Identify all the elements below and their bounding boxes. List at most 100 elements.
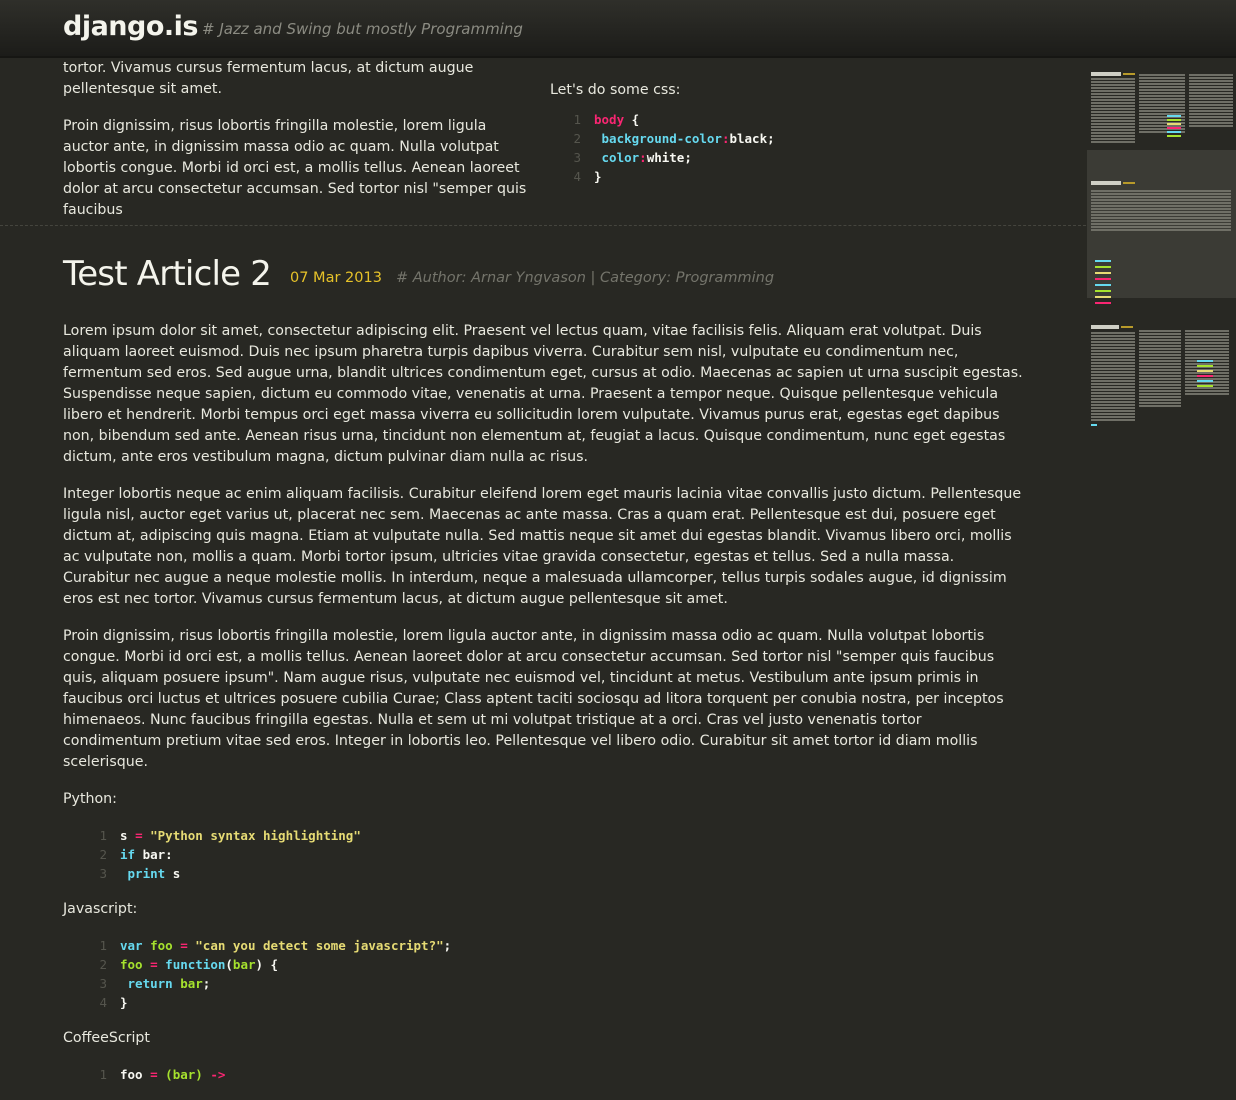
minimap-mark	[1197, 385, 1213, 387]
minimap-mark	[1167, 119, 1181, 121]
line-number: 3	[99, 866, 107, 881]
minimap-mark	[1185, 387, 1229, 389]
minimap-mark	[1139, 354, 1181, 356]
minimap-mark	[1139, 101, 1185, 103]
minimap-mark	[1095, 260, 1111, 262]
minimap-mark	[1091, 141, 1135, 143]
paragraph: Integer lobortis neque ac enim aliquam f…	[63, 486, 1022, 607]
minimap-mark	[1091, 72, 1121, 76]
minimap-mark	[1189, 80, 1233, 82]
minimap-mark	[1139, 89, 1185, 91]
minimap-mark	[1167, 115, 1181, 117]
minimap-mark	[1091, 111, 1135, 113]
minimap-mark	[1091, 135, 1135, 137]
minimap-mark	[1189, 119, 1233, 121]
minimap-mark	[1091, 87, 1135, 89]
minimap-mark	[1091, 350, 1135, 352]
minimap-mark	[1095, 272, 1111, 274]
minimap-mark	[1167, 127, 1181, 129]
minimap-mark	[1091, 325, 1119, 329]
article-header: Test Article 2 07 Mar 2013 # Author: Arn…	[63, 254, 1023, 300]
minimap-mark	[1091, 344, 1135, 346]
line-number: 2	[573, 131, 581, 146]
minimap-mark	[1139, 110, 1185, 112]
minimap-mark	[1121, 326, 1133, 328]
minimap-mark	[1091, 102, 1135, 104]
minimap-mark	[1091, 395, 1135, 397]
minimap-mark	[1139, 330, 1181, 332]
minimap-mark	[1185, 333, 1229, 335]
minimap-mark	[1091, 93, 1135, 95]
minimap-mark	[1091, 84, 1135, 86]
minimap-mark	[1139, 74, 1185, 76]
javascript-label: Javascript:	[63, 901, 138, 917]
javascript-code-block: 1 var foo = "can you detect some javascri…	[63, 936, 1023, 1012]
previous-article: tortor. Vivamus cursus fermentum lacus, …	[0, 58, 1086, 226]
minimap-mark	[1139, 342, 1181, 344]
minimap-mark	[1139, 77, 1185, 79]
minimap-mark	[1185, 330, 1229, 332]
minimap-mark	[1185, 351, 1229, 353]
minimap-mark	[1091, 202, 1231, 204]
minimap-mark	[1095, 296, 1111, 298]
minimap-mark	[1091, 335, 1135, 337]
minimap-mark	[1091, 341, 1135, 343]
minimap-mark	[1189, 101, 1233, 103]
minimap-mark	[1091, 138, 1135, 140]
minimap-mark	[1189, 107, 1233, 109]
minimap-mark	[1139, 363, 1181, 365]
minimap-mark	[1091, 81, 1135, 83]
minimap-mark	[1091, 132, 1135, 134]
minimap-mark	[1091, 424, 1097, 426]
minimap-mark	[1091, 383, 1135, 385]
line-number: 3	[573, 150, 581, 165]
minimap-mark	[1185, 348, 1229, 350]
article-title[interactable]: Test Article 2	[63, 254, 272, 294]
minimap-mark	[1139, 366, 1181, 368]
minimap-mark	[1189, 83, 1233, 85]
minimap-mark	[1139, 372, 1181, 374]
minimap-mark	[1197, 380, 1213, 382]
minimap-mark	[1189, 77, 1233, 79]
minimap-mark	[1139, 104, 1185, 106]
minimap-mark	[1091, 401, 1135, 403]
minimap-mark	[1139, 357, 1181, 359]
minimap-mark	[1091, 217, 1231, 219]
minimap-mark	[1091, 332, 1135, 334]
minimap-mark	[1189, 98, 1233, 100]
minimap-mark	[1091, 410, 1135, 412]
minimap-mark	[1167, 123, 1181, 125]
minimap-mark	[1091, 223, 1231, 225]
minimap-mark	[1091, 404, 1135, 406]
article-meta: # Author: Arnar Yngvason | Category: Pro…	[396, 270, 775, 286]
minimap-mark	[1091, 419, 1135, 421]
minimap-mark	[1091, 129, 1135, 131]
minimap-mark	[1185, 339, 1229, 341]
line-number: 4	[573, 169, 581, 184]
line-number: 1	[99, 938, 107, 953]
minimap-mark	[1091, 205, 1231, 207]
minimap-mark	[1139, 360, 1181, 362]
paragraph: tortor. Vivamus cursus fermentum lacus, …	[63, 60, 474, 97]
line-number: 3	[99, 976, 107, 991]
minimap-mark	[1095, 278, 1111, 280]
minimap-mark	[1091, 377, 1135, 379]
minimap-mark	[1091, 398, 1135, 400]
minimap-mark	[1139, 351, 1181, 353]
page-minimap[interactable]	[1087, 60, 1236, 440]
site-logo[interactable]: django.is	[63, 11, 198, 42]
css-label: Let's do some css:	[550, 82, 681, 98]
minimap-mark	[1185, 345, 1229, 347]
minimap-mark	[1091, 416, 1135, 418]
minimap-mark	[1197, 365, 1213, 367]
minimap-mark	[1139, 390, 1181, 392]
line-number: 4	[99, 995, 107, 1010]
minimap-mark	[1139, 98, 1185, 100]
minimap-mark	[1139, 339, 1181, 341]
minimap-mark	[1139, 384, 1181, 386]
minimap-mark	[1091, 108, 1135, 110]
minimap-mark	[1095, 290, 1111, 292]
minimap-mark	[1091, 356, 1135, 358]
minimap-mark	[1091, 105, 1135, 107]
previous-article-text: tortor. Vivamus cursus fermentum lacus, …	[63, 58, 533, 225]
